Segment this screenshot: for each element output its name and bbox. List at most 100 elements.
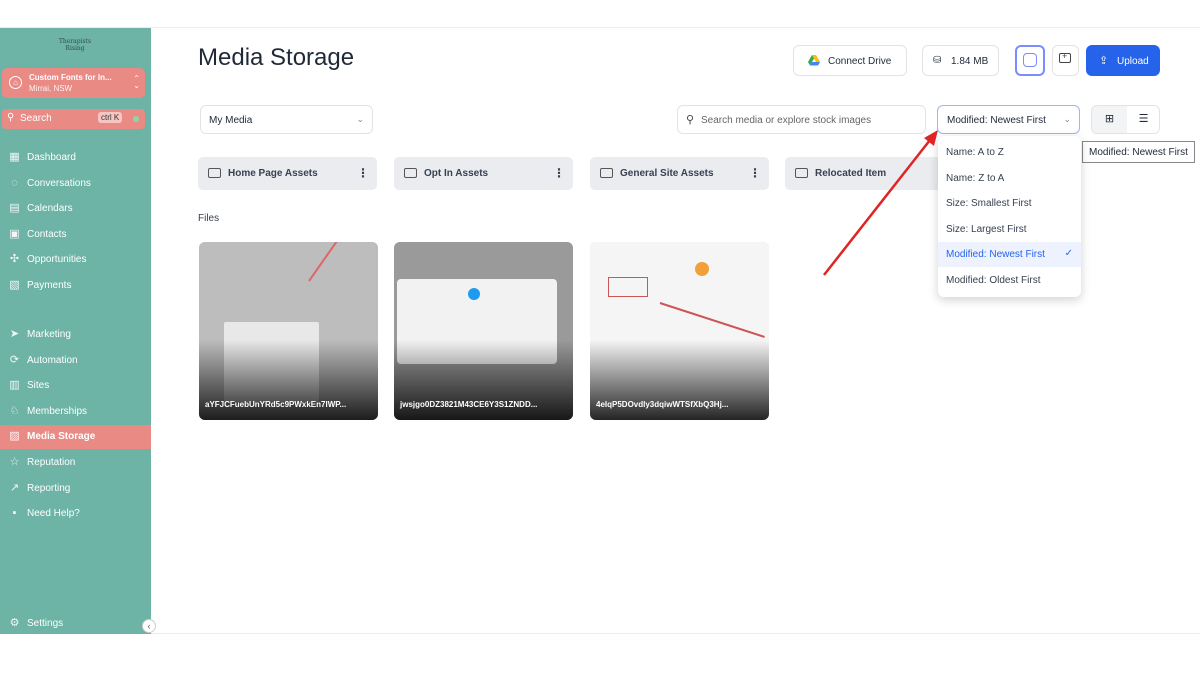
sort-select[interactable]: Modified: Newest First ⌄ <box>937 105 1080 134</box>
folder-icon <box>404 168 417 178</box>
sort-option[interactable]: Modified: Newest First ✓ <box>938 242 1081 268</box>
check-icon: ✓ <box>1064 248 1073 260</box>
brand-logo: Therapists Rising <box>58 38 92 52</box>
sidebar-item-calendars[interactable]: ▤ Calendars <box>0 197 151 221</box>
folder-name: Home Page Assets <box>228 168 318 179</box>
folder-name: General Site Assets <box>620 168 714 179</box>
memberships-icon: ♘ <box>9 404 20 417</box>
sidebar-item-label: Media Storage <box>27 431 96 443</box>
send-icon: ➤ <box>9 328 20 340</box>
file-name: 4eIqP5DOvdly3dqiwWTSfXbQ3Hj... <box>596 400 729 409</box>
connect-drive-label: Connect Drive <box>828 56 892 67</box>
star-icon: ☆ <box>9 456 20 468</box>
sidebar-search-label: Search <box>20 113 52 124</box>
payments-icon: ▧ <box>9 279 20 291</box>
sidebar-item-sites[interactable]: ▥ Sites <box>0 374 151 398</box>
sidebar-item-label: Conversations <box>27 177 91 189</box>
sort-option-label: Size: Largest First <box>946 223 1027 235</box>
sidebar-item-label: Automation <box>27 354 78 366</box>
sidebar-item-label: Reporting <box>27 482 71 494</box>
collapse-sidebar-button[interactable]: ‹ <box>142 619 156 633</box>
folder-icon <box>208 168 221 178</box>
sidebar-item-dashboard[interactable]: ▦ Dashboard <box>0 146 151 170</box>
sidebar-item-label: Opportunities <box>27 254 87 266</box>
storage-usage-button[interactable]: ⛁ 1.84 MB <box>922 45 999 76</box>
gear-icon: ⚙ <box>9 617 20 629</box>
sidebar-item-opportunities[interactable]: ✣ Opportunities <box>0 248 151 272</box>
sidebar-item-memberships[interactable]: ♘ Memberships <box>0 400 151 424</box>
sidebar-item-marketing[interactable]: ➤ Marketing <box>0 323 151 347</box>
sort-option[interactable]: Modified: Oldest First <box>938 268 1081 293</box>
sidebar-item-settings[interactable]: ⚙ Settings <box>0 612 151 636</box>
sidebar-item-label: Calendars <box>27 203 73 215</box>
media-filter-value: My Media <box>209 115 253 126</box>
search-icon: ⚲ <box>686 114 695 126</box>
sort-option-label: Modified: Newest First <box>946 249 1045 261</box>
sort-value: Modified: Newest First <box>947 115 1046 126</box>
more-vertical-icon[interactable]: ⋮ <box>749 166 761 180</box>
sidebar-item-reporting[interactable]: ↗ Reporting <box>0 477 151 501</box>
sidebar-item-contacts[interactable]: ▣ Contacts <box>0 223 151 247</box>
connect-drive-button[interactable]: Connect Drive <box>793 45 907 76</box>
sidebar-item-label: Memberships <box>27 405 88 417</box>
folder-card[interactable]: Home Page Assets ⋮ <box>198 157 377 190</box>
sidebar-item-label: Marketing <box>27 329 71 340</box>
sidebar-item-conversations[interactable]: ◌ Conversations <box>0 172 151 196</box>
sidebar: Therapists Rising ⌂ Custom Fonts for In.… <box>0 28 151 634</box>
file-card[interactable]: aYFJCFuebUnYRd5c9PWxkEn7lWP... <box>199 242 378 420</box>
sort-option[interactable]: Name: Z to A <box>938 166 1081 191</box>
location-switcher[interactable]: ⌂ Custom Fonts for In... Mirrai, NSW ⌃ ⌄ <box>2 68 145 98</box>
file-name: jwsjgo0DZ3821M43CE6Y3S1ZNDD... <box>400 400 538 409</box>
sidebar-item-automation[interactable]: ⟳ Automation <box>0 349 151 373</box>
shortcut-badge: ctrl K <box>98 112 123 123</box>
folder-card[interactable]: Opt In Assets ⋮ <box>394 157 573 190</box>
chevron-updown-icon: ⌃ ⌄ <box>133 74 140 90</box>
drive-icon: ⛁ <box>933 55 942 66</box>
calendar-icon: ▤ <box>9 202 20 215</box>
sidebar-item-label: Need Help? <box>27 508 80 520</box>
folder-name: Opt In Assets <box>424 168 489 179</box>
folder-card[interactable]: General Site Assets ⋮ <box>590 157 769 190</box>
sidebar-item-reputation[interactable]: ☆ Reputation <box>0 451 151 475</box>
sidebar-item-need-help[interactable]: ▪ Need Help? <box>0 502 151 526</box>
sort-option-label: Name: Z to A <box>946 172 1005 184</box>
sidebar-item-payments[interactable]: ▧ Payments <box>0 274 151 298</box>
media-filter-select[interactable]: My Media ⌄ <box>200 105 373 134</box>
new-folder-button[interactable] <box>1052 45 1079 76</box>
more-vertical-icon[interactable]: ⋮ <box>553 166 565 180</box>
file-name: aYFJCFuebUnYRd5c9PWxkEn7lWP... <box>205 400 347 409</box>
more-vertical-icon[interactable]: ⋮ <box>357 166 369 180</box>
search-icon: ⚲ <box>7 112 15 123</box>
upload-label: Upload <box>1117 56 1149 67</box>
file-card[interactable]: 4eIqP5DOvdly3dqiwWTSfXbQ3Hj... <box>590 242 769 420</box>
media-search-input[interactable]: ⚲ Search media or explore stock images <box>677 105 926 134</box>
sidebar-search[interactable]: ⚲ Search ctrl K <box>2 109 145 129</box>
grid-view-button[interactable]: ⊞ <box>1092 106 1127 133</box>
sidebar-item-label: Dashboard <box>27 152 76 163</box>
upload-button[interactable]: ⇪ Upload <box>1086 45 1160 76</box>
sort-option[interactable]: Name: A to Z <box>938 140 1081 165</box>
sidebar-item-label: Settings <box>27 618 64 629</box>
sort-option[interactable]: Size: Largest First <box>938 217 1081 242</box>
opportunities-icon: ✣ <box>9 253 20 266</box>
location-address: Mirrai, NSW <box>29 84 73 93</box>
sidebar-item-media-storage[interactable]: ▨ Media Storage <box>0 425 151 450</box>
sort-option-label: Name: A to Z <box>946 147 1004 158</box>
sort-option-label: Size: Smallest First <box>946 198 1032 210</box>
reporting-icon: ↗ <box>9 481 20 494</box>
list-view-button[interactable]: ☰ <box>1127 106 1160 133</box>
sidebar-item-label: Sites <box>27 380 50 392</box>
status-dot <box>133 116 139 122</box>
google-drive-icon <box>808 55 820 66</box>
chevron-down-icon: ⌄ <box>1063 114 1071 124</box>
file-card[interactable]: jwsjgo0DZ3821M43CE6Y3S1ZNDD... <box>394 242 573 420</box>
view-toggle: ⊞ ☰ <box>1091 105 1160 134</box>
sort-option[interactable]: Size: Smallest First <box>938 191 1081 216</box>
sort-dropdown-menu: Name: A to Z Name: Z to A Size: Smallest F… <box>938 136 1081 297</box>
ai-assistant-button[interactable] <box>1015 45 1045 76</box>
robot-icon <box>1023 53 1037 67</box>
upload-icon: ⇪ <box>1099 55 1109 67</box>
help-icon: ▪ <box>12 507 17 520</box>
folder-name: Relocated Item <box>815 168 887 179</box>
sidebar-item-label: Reputation <box>27 457 76 468</box>
